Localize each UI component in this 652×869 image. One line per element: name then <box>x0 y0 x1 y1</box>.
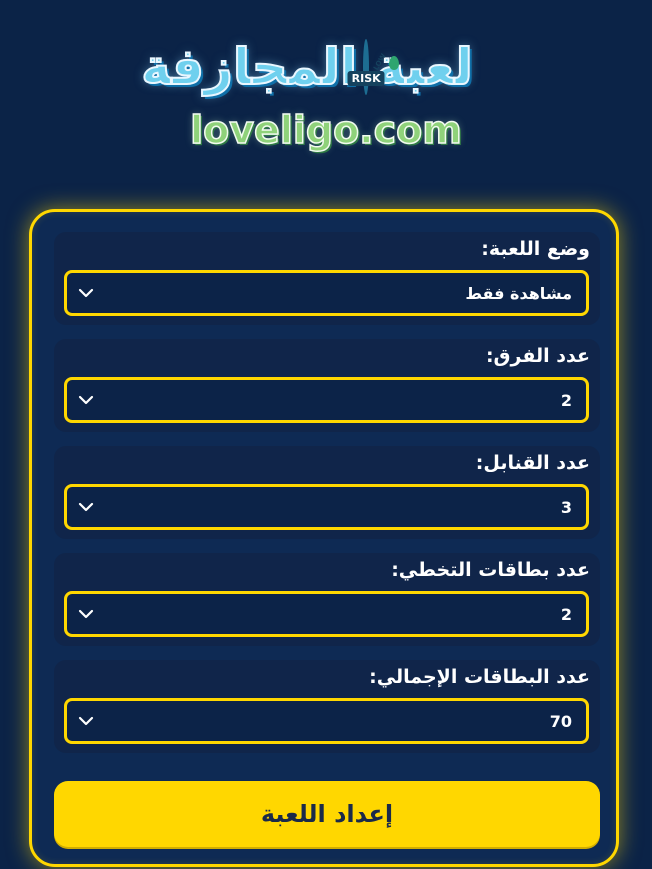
badge-risk-text: RISK <box>347 71 385 86</box>
field-total-cards-count: عدد البطاقات الإجمالي: 70 <box>54 660 600 753</box>
field-skip-cards-count: عدد بطاقات التخطي: 2 <box>54 553 600 646</box>
logo-title: لعبة LOW RISK المجازفة <box>140 34 474 100</box>
logo-domain: loveligo.com <box>189 107 462 153</box>
field-label: عدد بطاقات التخطي: <box>391 559 590 581</box>
setup-form: وضع اللعبة: مشاهدة فقط عدد الفرق: 2 عدد … <box>29 209 619 867</box>
chevron-down-icon <box>77 712 95 730</box>
skip-cards-count-select[interactable]: 2 <box>64 591 589 637</box>
field-game-mode: وضع اللعبة: مشاهدة فقط <box>54 232 600 325</box>
logo-title-word-2: المجازفة <box>140 37 358 97</box>
select-value: 2 <box>560 604 572 624</box>
field-label: عدد البطاقات الإجمالي: <box>369 666 590 688</box>
logo: لعبة LOW RISK المجازفة loveligo.com <box>0 0 652 200</box>
chevron-down-icon <box>77 605 95 623</box>
select-value: مشاهدة فقط <box>465 283 572 303</box>
field-bombs-count: عدد القنابل: 3 <box>54 446 600 539</box>
teams-count-select[interactable]: 2 <box>64 377 589 423</box>
game-mode-select[interactable]: مشاهدة فقط <box>64 270 589 316</box>
select-value: 70 <box>549 711 572 731</box>
select-value: 3 <box>560 497 572 517</box>
chevron-down-icon <box>77 498 95 516</box>
select-value: 2 <box>560 390 572 410</box>
setup-game-button[interactable]: إعداد اللعبة <box>54 781 600 847</box>
bombs-count-select[interactable]: 3 <box>64 484 589 530</box>
drop-icon <box>389 56 400 70</box>
field-label: وضع اللعبة: <box>481 238 590 260</box>
total-cards-count-select[interactable]: 70 <box>64 698 589 744</box>
risk-badge-icon: LOW RISK <box>347 39 400 95</box>
setup-game-button-label: إعداد اللعبة <box>260 800 394 828</box>
field-label: عدد الفرق: <box>485 345 590 367</box>
chevron-down-icon <box>77 391 95 409</box>
chevron-down-icon <box>77 284 95 302</box>
field-label: عدد القنابل: <box>475 452 590 474</box>
field-teams-count: عدد الفرق: 2 <box>54 339 600 432</box>
